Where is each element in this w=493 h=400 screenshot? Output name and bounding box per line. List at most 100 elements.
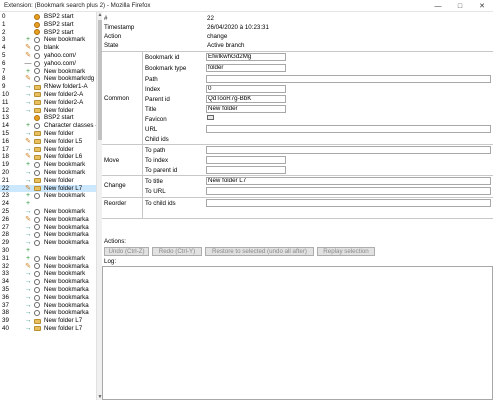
history-row-number: 6 [2, 59, 6, 67]
history-row-number: 8 [2, 75, 6, 83]
globe-icon [34, 76, 40, 83]
favicon-label: Favicon [145, 116, 167, 123]
to-path-field[interactable] [206, 146, 491, 154]
history-row-number: 20 [2, 169, 9, 176]
undo-button[interactable]: Undo (Ctrl-Z) [104, 247, 149, 256]
index-field[interactable]: 0 [206, 85, 286, 93]
history-row-label: New bookmark [44, 67, 86, 75]
bookmark-id-field[interactable]: EfwIkwhGd2Mg [206, 53, 286, 61]
history-row[interactable]: 11 → New folder2-A [0, 99, 96, 107]
move-action-icon: → [24, 317, 32, 325]
history-row-label: New folder L7 [44, 325, 83, 332]
history-row[interactable]: 20 → New bookmark [0, 169, 96, 177]
history-row[interactable]: 4 ✎ blank [0, 44, 96, 52]
history-row[interactable]: 13 BSP2 start [0, 114, 96, 122]
history-row[interactable]: 23 + New bookmark [0, 192, 96, 200]
history-row[interactable]: 16 ✎ New folder L5 [0, 138, 96, 146]
history-row[interactable]: 29 → New bookmarka [0, 239, 96, 247]
move-action-icon: → [24, 169, 32, 176]
globe-icon [34, 52, 40, 59]
history-row[interactable]: 3 + New bookmark [0, 36, 96, 44]
close-button[interactable]: ✕ [471, 0, 493, 12]
history-row[interactable]: 19 + New bookmark [0, 161, 96, 169]
history-row[interactable]: 2 BSP2 start [0, 29, 96, 37]
history-row[interactable]: 21 → New folder [0, 177, 96, 185]
to-parent-id-label: To parent id [145, 167, 178, 174]
replay-selection-button[interactable]: Replay selection [317, 247, 375, 256]
history-row[interactable]: 39 → New folder L7 [0, 317, 96, 325]
log-area[interactable] [102, 266, 493, 400]
history-row-label: New folder L7 [44, 317, 83, 325]
history-row-number: 28 [2, 231, 9, 239]
history-row[interactable]: 25 → New bookmark [0, 208, 96, 216]
history-list[interactable]: 0 BSP2 start 1 BSP2 start 2 BSP2 start 3 + New b… [0, 12, 96, 400]
history-row[interactable]: 22 ✎ New folder L7 [0, 184, 96, 193]
maximize-button[interactable]: □ [449, 0, 471, 12]
history-row[interactable]: 24 + [0, 200, 96, 208]
history-row[interactable]: 6 — yahoo.com/ [0, 60, 96, 68]
history-row-label: New bookmark [44, 270, 86, 278]
to-title-field[interactable]: New folder L7 [206, 177, 491, 185]
globe-icon [34, 68, 40, 75]
parent-id-label: Parent id [145, 96, 170, 103]
hash-value: 22 [207, 15, 214, 22]
minimize-button[interactable]: — [427, 0, 449, 12]
history-row[interactable]: 34 → New bookmarka [0, 278, 96, 286]
redo-button[interactable]: Redo (Ctrl-Y) [152, 247, 202, 256]
title-field[interactable]: New folder [206, 105, 286, 113]
title-label: Title [145, 106, 157, 113]
history-row[interactable]: 1 BSP2 start [0, 21, 96, 29]
to-parent-id-field[interactable] [206, 166, 286, 174]
history-row-number: 17 [2, 145, 9, 153]
move-action-icon: → [24, 83, 32, 91]
bookmark-type-field[interactable]: folder [206, 64, 286, 72]
to-index-field[interactable] [206, 156, 286, 164]
history-row[interactable]: 5 ✎ yahoo.com/ [0, 52, 96, 60]
path-field[interactable] [206, 75, 491, 83]
to-url-field[interactable] [206, 187, 491, 195]
history-row[interactable]: 0 BSP2 start [0, 13, 96, 21]
history-row[interactable]: 38 → New bookmarka [0, 309, 96, 317]
history-row-label: New bookmark [44, 192, 86, 200]
edit-action-icon: ✎ [25, 52, 31, 59]
restore-to-selected-button[interactable]: Restore to selected (undo all after) [205, 247, 314, 256]
history-row[interactable]: 33 → New bookmark [0, 270, 96, 278]
history-row[interactable]: 26 ✎ New bookmarka [0, 216, 96, 224]
history-row[interactable]: 31 + New bookmark [0, 255, 96, 263]
history-row[interactable]: 35 → New bookmarka [0, 286, 96, 294]
bsp2-logo-icon [34, 21, 40, 28]
history-row-number: 25 [2, 208, 9, 215]
url-field[interactable] [206, 125, 491, 133]
history-row[interactable]: 37 → New bookmarka [0, 302, 96, 310]
history-row-number: 4 [2, 44, 6, 52]
create-action-icon: + [25, 254, 31, 262]
history-row-label: Character classes - [44, 122, 96, 130]
history-row[interactable]: 40 → New folder L7 [0, 325, 96, 333]
log-label: Log: [104, 258, 117, 265]
history-row[interactable]: 36 → New bookmarka [0, 294, 96, 302]
history-row-label: New bookmark [44, 161, 86, 169]
history-row[interactable]: 15 → New folder [0, 130, 96, 138]
history-row[interactable]: 30 + [0, 247, 96, 255]
history-row[interactable]: 9 → RNew folder1-A [0, 83, 96, 91]
history-row-number: 32 [2, 262, 9, 270]
history-row[interactable]: 10 → New folder2-A [0, 91, 96, 99]
history-row[interactable]: 32 ✎ New bookmarka [0, 263, 96, 271]
history-row[interactable]: 28 → New bookmarka [0, 231, 96, 239]
history-row[interactable]: 8 ✎ New bookmarkrdg [0, 75, 96, 83]
history-row[interactable]: 14 + Character classes - [0, 122, 96, 130]
create-action-icon: + [25, 192, 31, 200]
url-label: URL [145, 126, 158, 133]
history-row[interactable]: 27 → New bookmarka [0, 224, 96, 232]
move-group-label: Move [104, 157, 120, 164]
common-group-label: Common [104, 95, 130, 102]
parent-id-field[interactable]: QdTooR7g-BbK [206, 95, 286, 103]
history-row[interactable]: 7 + New bookmark [0, 68, 96, 76]
history-row[interactable]: 17 → New folder [0, 146, 96, 154]
move-action-icon: → [24, 98, 32, 106]
to-child-ids-field[interactable] [206, 199, 491, 207]
history-row[interactable]: 18 ✎ New folder L6 [0, 153, 96, 161]
history-row[interactable]: 12 → New folder [0, 107, 96, 115]
history-row-number: 40 [2, 325, 9, 332]
globe-icon [34, 122, 40, 129]
